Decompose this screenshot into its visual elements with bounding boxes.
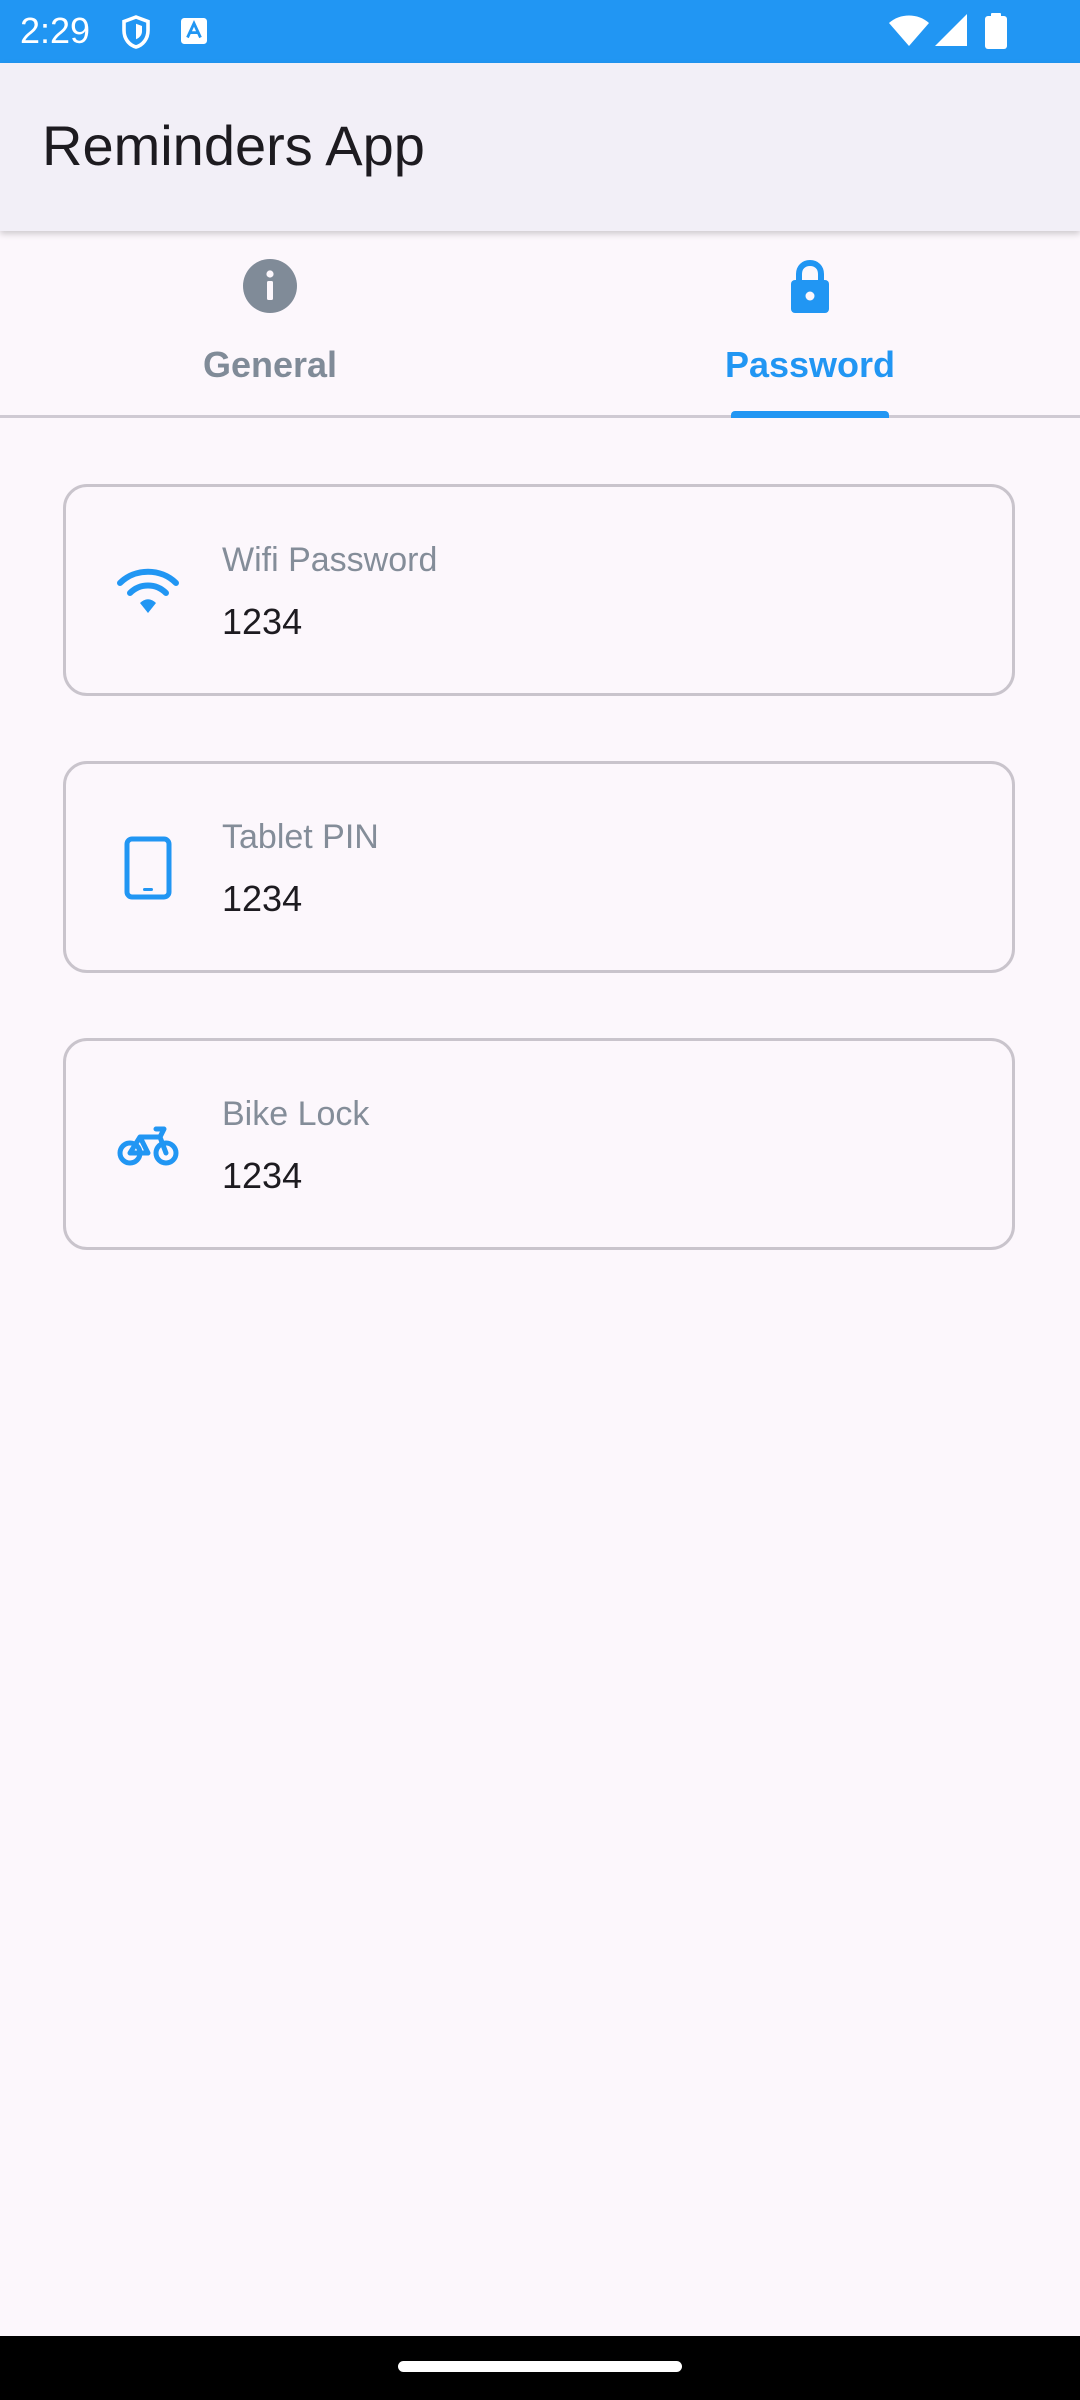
password-card-tablet[interactable]: Tablet PIN 1234 <box>63 761 1015 973</box>
battery-icon <box>985 13 1007 49</box>
wifi-icon <box>117 568 179 613</box>
info-icon <box>243 259 297 313</box>
signal-icon <box>935 14 967 46</box>
tab-general-label: General <box>202 344 338 385</box>
font-a-icon <box>181 18 207 44</box>
status-time: 2:29 <box>20 10 91 51</box>
tab-bar: General Password <box>0 231 1080 418</box>
tab-password-label: Password <box>724 344 896 385</box>
card-value: 1234 <box>222 1155 303 1196</box>
lock-icon <box>791 259 829 313</box>
bike-icon <box>117 1126 179 1166</box>
tab-password[interactable]: Password <box>540 231 1080 418</box>
home-handle[interactable] <box>398 2361 682 2372</box>
card-label: Bike Lock <box>222 1095 370 1133</box>
status-bar: 2:29 <box>0 0 1080 63</box>
wifi-icon <box>889 15 929 46</box>
shield-icon <box>122 15 150 49</box>
tab-general[interactable]: General <box>0 231 540 415</box>
password-card-bike[interactable]: Bike Lock 1234 <box>63 1038 1015 1250</box>
tablet-icon <box>124 836 172 900</box>
card-value: 1234 <box>222 601 303 642</box>
card-label: Wifi Password <box>222 541 438 579</box>
password-card-wifi[interactable]: Wifi Password 1234 <box>63 484 1015 696</box>
card-label: Tablet PIN <box>222 818 379 856</box>
tab-indicator <box>731 411 889 418</box>
card-value: 1234 <box>222 878 303 919</box>
app-bar: Reminders App <box>0 63 1080 231</box>
page-title: Reminders App <box>42 114 425 177</box>
